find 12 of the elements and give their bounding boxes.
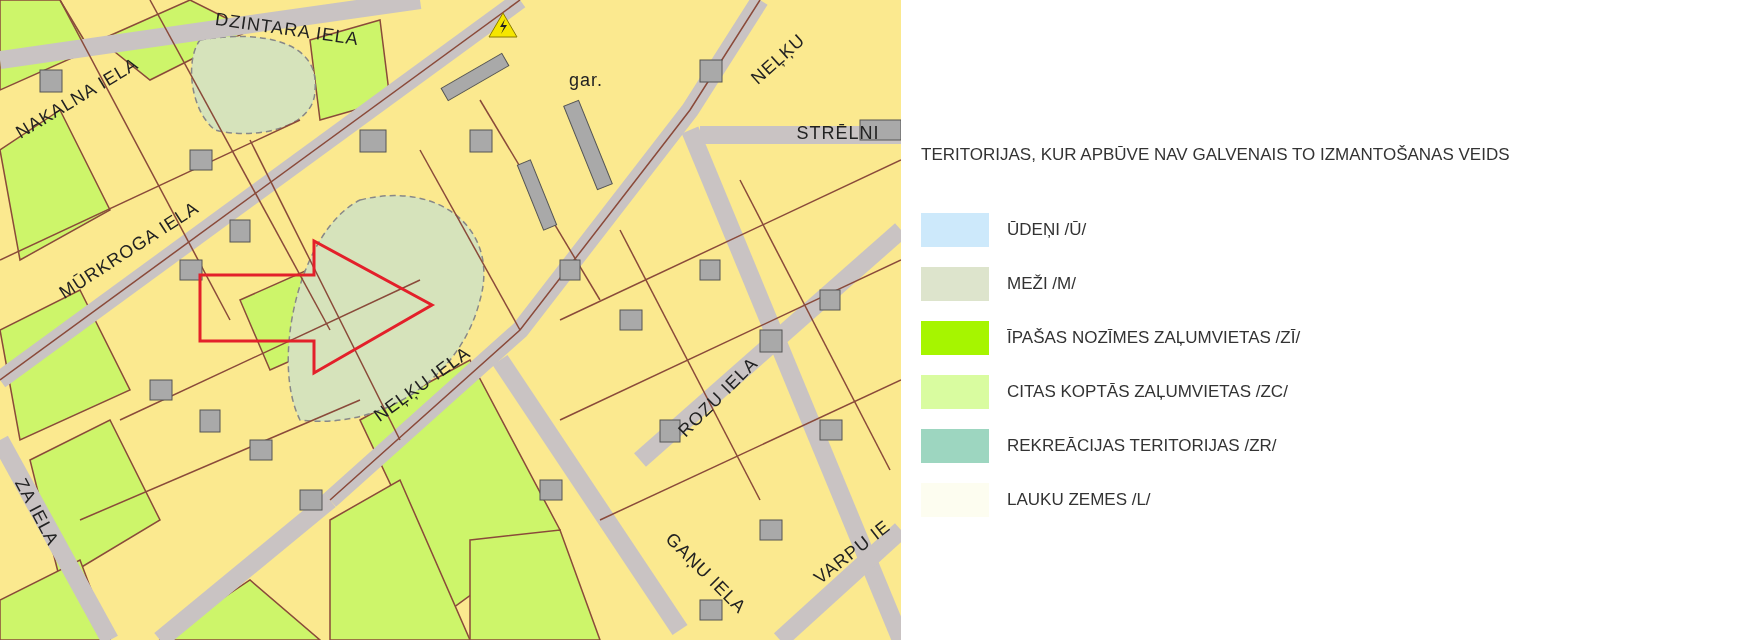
street-label: DZINTARA IELA	[214, 10, 360, 48]
legend-label: ĪPAŠAS NOZĪMES ZAĻUMVIETAS /ZĪ/	[1007, 328, 1301, 348]
legend-label: ŪDEŅI /Ū/	[1007, 220, 1087, 240]
legend-title: TERITORIJAS, KUR APBŪVE NAV GALVENAIS TO IZMANTOŠANAS VEIDS	[921, 145, 1510, 165]
legend-label: REKREĀCIJAS TERITORIJAS /ZR/	[1007, 436, 1277, 456]
legend-label: LAUKU ZEMES /L/	[1007, 490, 1151, 510]
street-label: gar.	[569, 71, 603, 89]
street-label: ZA IELA	[11, 475, 63, 549]
lightning-warning-icon	[488, 12, 518, 38]
legend-label: CITAS KOPTĀS ZAĻUMVIETAS /ZC/	[1007, 382, 1288, 402]
legend-label: MEŽI /M/	[1007, 274, 1076, 294]
street-label: STRĒLNI	[796, 124, 880, 142]
